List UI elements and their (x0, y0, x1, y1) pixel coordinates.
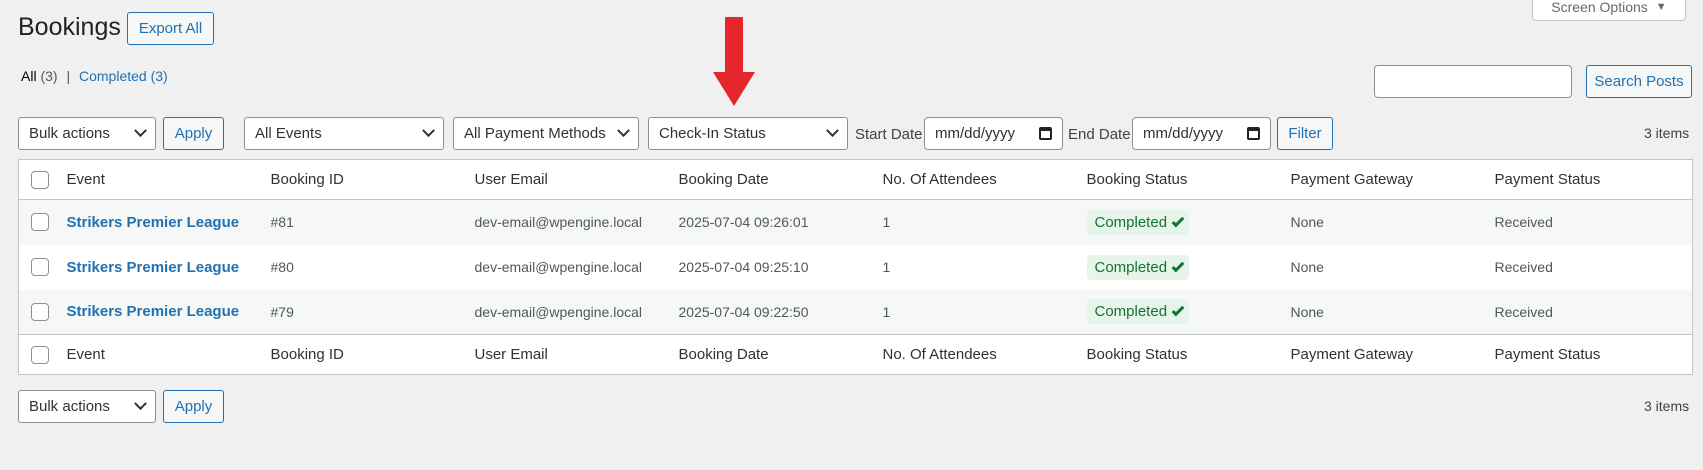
search-posts-button[interactable]: Search Posts (1586, 65, 1692, 98)
column-header-user-email: User Email (474, 171, 548, 188)
column-header-booking-date: Booking Date (678, 171, 769, 188)
attendees: 1 (882, 214, 891, 231)
column-footer-booking-status: Booking Status (1086, 346, 1188, 363)
chevron-down-icon (617, 124, 630, 138)
event-link[interactable]: Strikers Premier League (67, 303, 240, 320)
column-header-attendees: No. Of Attendees (882, 171, 997, 188)
bookings-table: Event Booking ID User Email Booking Date… (18, 159, 1693, 375)
filter-button[interactable]: Filter (1277, 117, 1333, 150)
booking-date: 2025-07-04 09:25:10 (678, 259, 809, 275)
table-footer-row: Event Booking ID User Email Booking Date… (18, 334, 1693, 375)
booking-id: #79 (270, 303, 294, 320)
annotation-arrow-shaft (725, 17, 743, 74)
search-input[interactable] (1374, 65, 1572, 98)
column-footer-user-email: User Email (474, 346, 548, 363)
event-link[interactable]: Strikers Premier League (67, 214, 240, 231)
booking-id: #81 (270, 214, 294, 231)
calendar-icon[interactable] (1247, 127, 1260, 140)
booking-date: 2025-07-04 09:22:50 (678, 303, 809, 320)
caret-down-icon: ▼ (1655, 1, 1667, 13)
user-email: dev-email@wpengine.local (474, 214, 643, 231)
column-footer-payment-gateway: Payment Gateway (1290, 346, 1414, 363)
select-all-cell (19, 160, 67, 200)
column-header-booking-status: Booking Status (1086, 171, 1188, 188)
start-date-input[interactable]: mm/dd/yyyy (924, 117, 1063, 150)
checkmark-icon (1171, 259, 1185, 272)
column-header-booking-id: Booking ID (270, 171, 344, 188)
items-count-bottom: 3 items (1644, 398, 1690, 414)
select-all-checkbox[interactable] (31, 170, 49, 189)
start-date-label: Start Date (855, 126, 923, 143)
table-row: Strikers Premier League #80 dev-email@wp… (19, 245, 1693, 290)
row-checkbox[interactable] (31, 302, 49, 321)
chevron-down-icon (826, 124, 839, 138)
column-header-payment-gateway: Payment Gateway (1290, 171, 1414, 188)
view-separator: | (66, 68, 71, 84)
checkmark-icon (1171, 303, 1185, 317)
export-all-button[interactable]: Export All (127, 12, 214, 45)
payment-methods-select[interactable]: All Payment Methods (453, 117, 639, 150)
view-completed-link[interactable]: Completed (3) (79, 68, 168, 84)
chevron-down-icon (134, 397, 147, 411)
table-header-row: Event Booking ID User Email Booking Date… (18, 160, 1693, 200)
apply-button[interactable]: Apply (163, 117, 224, 150)
column-footer-booking-date: Booking Date (678, 346, 769, 363)
column-footer-attendees: No. Of Attendees (882, 346, 997, 363)
checkin-status-value: Check-In Status (659, 125, 766, 142)
attendees: 1 (882, 303, 891, 320)
bulk-actions-select[interactable]: Bulk actions (18, 117, 156, 150)
payment-methods-value: All Payment Methods (464, 125, 606, 142)
row-checkbox[interactable] (31, 213, 49, 232)
end-date-input[interactable]: mm/dd/yyyy (1132, 117, 1271, 150)
status-badge: Completed (1086, 254, 1190, 280)
column-footer-payment-status: Payment Status (1494, 346, 1601, 363)
page-title: Bookings (18, 13, 121, 41)
column-footer-booking-id: Booking ID (270, 346, 344, 363)
payment-status: Received (1494, 259, 1553, 275)
status-badge: Completed (1086, 299, 1190, 325)
status-badge: Completed (1086, 209, 1190, 235)
chevron-down-icon (422, 124, 435, 138)
calendar-icon[interactable] (1039, 127, 1052, 140)
screen-options-button[interactable]: Screen Options ▼ (1532, 0, 1686, 21)
payment-gateway: None (1290, 214, 1324, 231)
items-count: 3 items (1644, 125, 1690, 141)
row-checkbox[interactable] (31, 258, 49, 276)
payment-status: Received (1494, 303, 1553, 320)
user-email: dev-email@wpengine.local (474, 259, 643, 275)
table-row: Strikers Premier League #79 dev-email@wp… (18, 289, 1693, 335)
screen-options-label: Screen Options (1551, 0, 1648, 15)
events-select[interactable]: All Events (244, 117, 444, 150)
event-link[interactable]: Strikers Premier League (67, 259, 240, 276)
view-all-count: (3) (40, 68, 58, 84)
booking-date: 2025-07-04 09:26:01 (678, 214, 809, 231)
payment-gateway: None (1290, 303, 1324, 320)
start-date-placeholder: mm/dd/yyyy (935, 125, 1016, 142)
events-value: All Events (255, 125, 322, 142)
column-header-event: Event (66, 171, 105, 188)
checkmark-icon (1171, 214, 1185, 228)
column-footer-event: Event (66, 346, 105, 363)
column-header-payment-status: Payment Status (1494, 171, 1601, 188)
table-row: Strikers Premier League #81 dev-email@wp… (18, 199, 1693, 245)
bulk-actions-value-bottom: Bulk actions (29, 398, 110, 415)
end-date-label: End Date (1068, 126, 1131, 143)
view-filters: All (3) | Completed (3) (21, 68, 168, 84)
payment-gateway: None (1290, 259, 1324, 275)
attendees: 1 (882, 259, 891, 275)
user-email: dev-email@wpengine.local (474, 303, 643, 320)
view-all-link[interactable]: All (21, 68, 37, 84)
bulk-actions-select-bottom[interactable]: Bulk actions (18, 390, 156, 423)
bulk-actions-value: Bulk actions (29, 125, 110, 142)
checkin-status-select[interactable]: Check-In Status (648, 117, 848, 150)
payment-status: Received (1494, 214, 1553, 231)
end-date-placeholder: mm/dd/yyyy (1143, 125, 1224, 142)
apply-button-bottom[interactable]: Apply (163, 390, 224, 423)
select-all-checkbox-footer[interactable] (31, 345, 49, 364)
booking-id: #80 (270, 259, 294, 275)
chevron-down-icon (134, 124, 147, 138)
annotation-arrow-icon (713, 72, 755, 106)
